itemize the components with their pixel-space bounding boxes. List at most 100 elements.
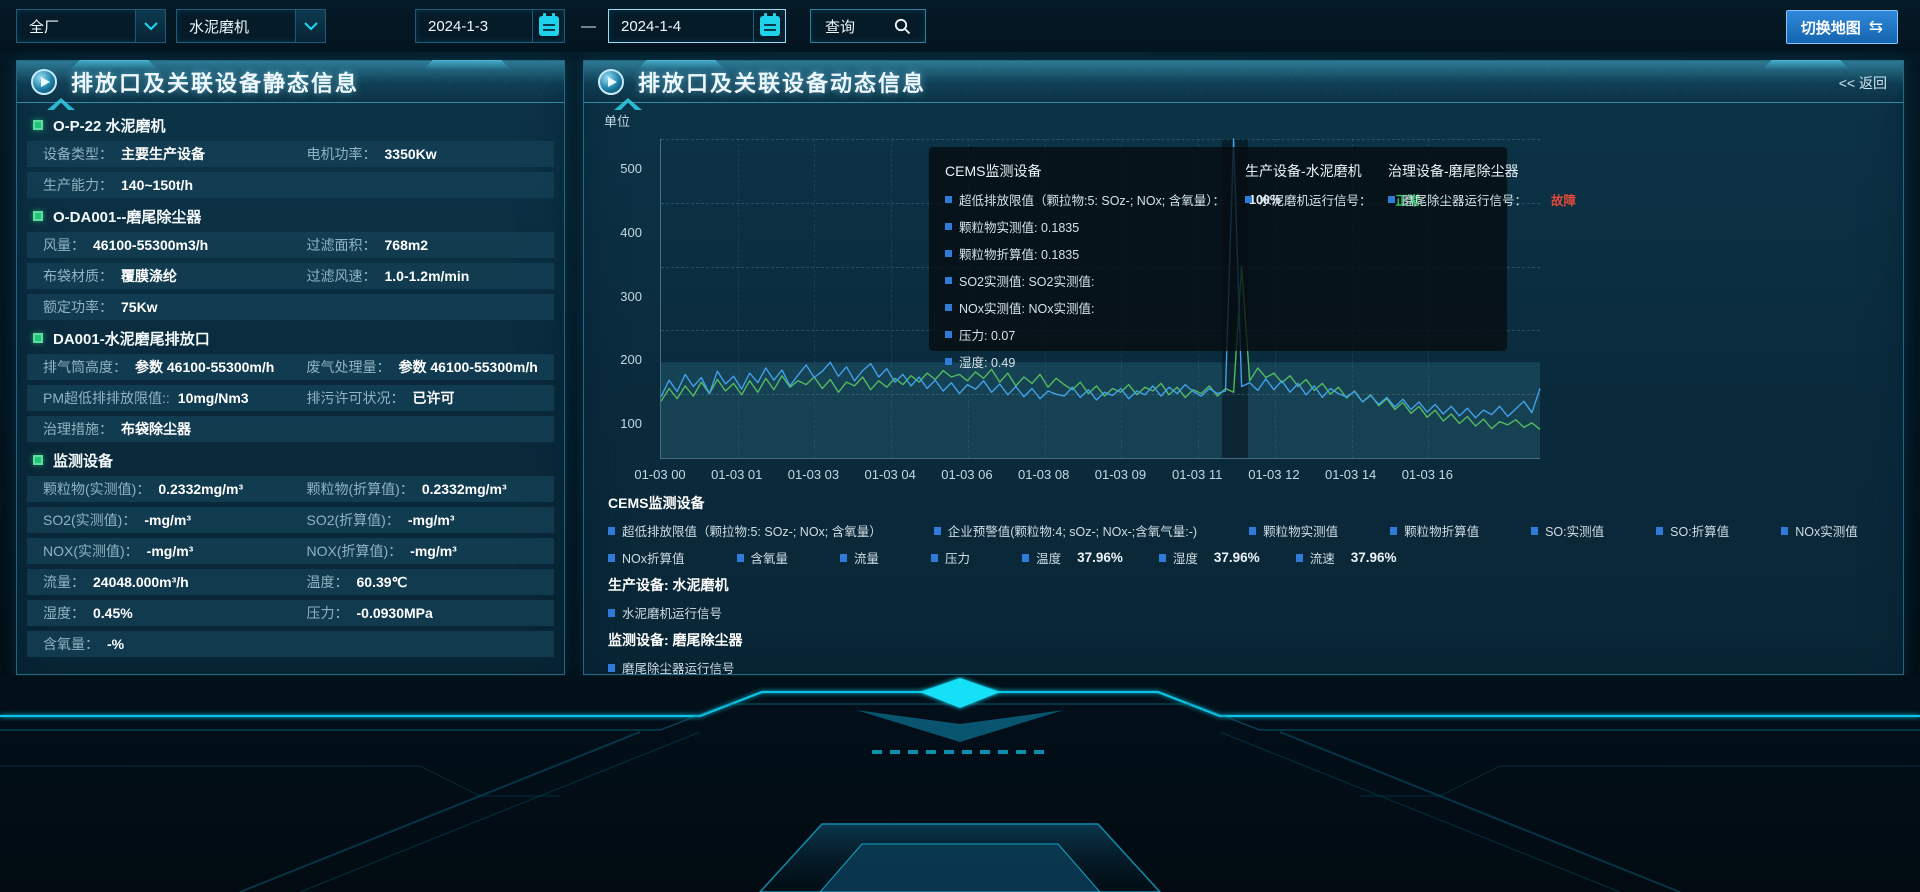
field-row: 治理措施：布袋除尘器 bbox=[27, 416, 554, 442]
field-label: 布袋材质： bbox=[43, 266, 113, 286]
field-value: 1.0-1.2m/min bbox=[385, 268, 470, 284]
green-square-icon bbox=[33, 455, 43, 465]
legend-item-label: NOx折算值 bbox=[622, 548, 685, 567]
legend-item[interactable]: NOx实测值 bbox=[1781, 521, 1874, 540]
tooltip-item: SO2实测值: SO2实测值: bbox=[945, 271, 1245, 290]
calendar-icon[interactable] bbox=[753, 10, 785, 42]
chevron-down-icon[interactable] bbox=[135, 10, 165, 42]
legend-item[interactable]: 压力 bbox=[931, 548, 986, 567]
legend-marker-icon bbox=[1531, 527, 1538, 535]
legend-item[interactable]: SO:折算值 bbox=[1656, 521, 1745, 540]
status-badge: 故障 bbox=[1551, 190, 1576, 209]
date-to-value: 2024-1-4 bbox=[621, 18, 681, 35]
chevron-down-icon[interactable] bbox=[295, 10, 325, 42]
field-value: 3350Kw bbox=[385, 146, 437, 162]
legend-item[interactable]: 流量 bbox=[840, 548, 895, 567]
tooltip-item: 湿度: 0.49 bbox=[945, 352, 1245, 371]
query-button[interactable]: 查询 bbox=[810, 9, 926, 43]
legend-marker-icon bbox=[1245, 196, 1252, 203]
field-label: 电机功率： bbox=[307, 144, 377, 164]
legend-item-label: 温度 bbox=[1036, 548, 1061, 567]
static-info-panel: 排放口及关联设备静态信息 O-P-22 水泥磨机 设备类型： 主要生产设备 电机功… bbox=[16, 60, 565, 675]
field-value: 46100-55300m3/h bbox=[93, 237, 208, 253]
legend-marker-icon bbox=[945, 331, 952, 338]
switch-map-label: 切换地图 bbox=[1801, 17, 1861, 38]
section-title: DA001-水泥磨尾排放口 bbox=[53, 328, 210, 349]
field-value: 75Kw bbox=[121, 299, 158, 315]
legend-group-title: 生产设备: 水泥磨机 bbox=[608, 575, 1883, 595]
legend-item[interactable]: NOx折算值 bbox=[608, 548, 701, 567]
legend-item-label: 水泥磨机运行信号 bbox=[622, 603, 722, 622]
play-icon bbox=[31, 69, 57, 95]
field-value: 已许可 bbox=[413, 388, 455, 408]
field-label: 湿度： bbox=[43, 603, 85, 623]
legend-item[interactable]: 超低排放限值（颗拉物:5: SOz-; NOx; 含氧量） bbox=[608, 521, 898, 540]
tooltip-item: 超低排放限值（颗拉物:5: SOz-; NOx; 含氧量）： 100% bbox=[945, 190, 1245, 209]
legend-item[interactable]: 磨尾除尘器运行信号 bbox=[608, 658, 735, 677]
topbar: 全厂 水泥磨机 2024-1-3 — 2024-1-4 查询 bbox=[0, 0, 1920, 52]
legend-marker-icon bbox=[1390, 527, 1397, 535]
field-label: 排污许可状况： bbox=[307, 388, 405, 408]
legend-marker-icon bbox=[945, 250, 952, 257]
legend-item-value: 37.96% bbox=[1214, 550, 1260, 565]
field-row: 含氧量：-% bbox=[27, 631, 554, 657]
legend-item[interactable]: 颗粒物实测值 bbox=[1249, 521, 1354, 540]
date-from-input[interactable]: 2024-1-3 bbox=[415, 9, 565, 43]
y-axis: 100200300400500 bbox=[594, 139, 652, 459]
legend-item[interactable]: 流速 37.96% bbox=[1296, 548, 1397, 567]
section-title: O-DA001--磨尾除尘器 bbox=[53, 206, 201, 227]
field-label: 流量： bbox=[43, 572, 85, 592]
field-value: 24048.000m³/h bbox=[93, 574, 189, 590]
legend-item[interactable]: 含氧量 bbox=[737, 548, 805, 567]
field-row: 布袋材质：覆膜涤纶 过滤风速：1.0-1.2m/min bbox=[27, 263, 554, 289]
tooltip-item-label: 颗粒物实测值: 0.1835 bbox=[959, 217, 1079, 236]
field-label: SO2(折算值)： bbox=[307, 510, 400, 530]
plant-select-value: 全厂 bbox=[29, 16, 59, 37]
legend-marker-icon bbox=[737, 554, 744, 562]
legend-marker-icon bbox=[608, 609, 615, 617]
calendar-icon[interactable] bbox=[532, 10, 564, 42]
legend-item[interactable]: 湿度 37.96% bbox=[1159, 548, 1260, 567]
field-value: 主要生产设备 bbox=[121, 144, 205, 164]
search-icon bbox=[894, 18, 911, 35]
field-label: 设备类型： bbox=[43, 144, 113, 164]
field-row: 风量：46100-55300m3/h 过滤面积：768m2 bbox=[27, 232, 554, 258]
legend-marker-icon bbox=[1388, 196, 1395, 203]
legend-item-label: 湿度 bbox=[1173, 548, 1198, 567]
legend-item[interactable]: 温度 37.96% bbox=[1022, 548, 1123, 567]
static-info-header: 排放口及关联设备静态信息 bbox=[17, 61, 564, 103]
field-row: NOX(实测值)：-mg/m³ NOX(折算值)：-mg/m³ bbox=[27, 538, 554, 564]
plant-select[interactable]: 全厂 bbox=[16, 9, 166, 43]
field-label: 含氧量： bbox=[43, 634, 99, 654]
legend-zone: CEMS监测设备 超低排放限值（颗拉物:5: SOz-; NOx; 含氧量） 企… bbox=[608, 485, 1883, 685]
device-select[interactable]: 水泥磨机 bbox=[176, 9, 326, 43]
dynamic-info-panel: 排放口及关联设备动态信息 << 返回 单位 100200300400500 01… bbox=[583, 60, 1904, 675]
tooltip-group-title: CEMS监测设备 bbox=[945, 161, 1245, 181]
legend-item[interactable]: 颗粒物折算值 bbox=[1390, 521, 1495, 540]
section-header: O-DA001--磨尾除尘器 bbox=[33, 203, 552, 229]
tooltip-item: 压力: 0.07 bbox=[945, 325, 1245, 344]
legend-item[interactable]: SO:实测值 bbox=[1531, 521, 1620, 540]
legend-marker-icon bbox=[1159, 554, 1166, 562]
section-header: O-P-22 水泥磨机 bbox=[33, 112, 552, 138]
legend-item-label: 颗粒物实测值 bbox=[1263, 521, 1338, 540]
legend-item[interactable]: 水泥磨机运行信号 bbox=[608, 603, 722, 622]
field-value: -mg/m³ bbox=[147, 543, 194, 559]
legend-item[interactable]: 企业预警值(颗粒物:4; sOz-; NOx-;含氧气量:-) bbox=[934, 521, 1213, 540]
tooltip-item: 磨尾除尘器运行信号： 故障 bbox=[1388, 190, 1576, 209]
play-icon bbox=[598, 69, 624, 95]
date-to-input[interactable]: 2024-1-4 bbox=[608, 9, 786, 43]
static-info-title: 排放口及关联设备静态信息 bbox=[71, 66, 359, 98]
legend-marker-icon bbox=[945, 223, 952, 230]
legend-marker-icon bbox=[934, 527, 941, 535]
tooltip-item-label: 超低排放限值（颗拉物:5: SOz-; NOx; 含氧量）： bbox=[959, 190, 1225, 209]
field-row: 设备类型： 主要生产设备 电机功率： 3350Kw bbox=[27, 141, 554, 167]
tooltip-group-title: 治理设备-磨尾除尘器 bbox=[1388, 161, 1576, 181]
back-link[interactable]: << 返回 bbox=[1839, 73, 1887, 93]
switch-map-button[interactable]: 切换地图 ⇆ bbox=[1786, 10, 1898, 44]
field-label: NOX(实测值)： bbox=[43, 541, 139, 561]
tooltip-item: NOx实测值: NOx实测值: bbox=[945, 298, 1245, 317]
field-value: -mg/m³ bbox=[410, 543, 457, 559]
field-row: 颗粒物(实测值)：0.2332mg/m³ 颗粒物(折算值)：0.2332mg/m… bbox=[27, 476, 554, 502]
section-title: 监测设备 bbox=[53, 450, 113, 471]
